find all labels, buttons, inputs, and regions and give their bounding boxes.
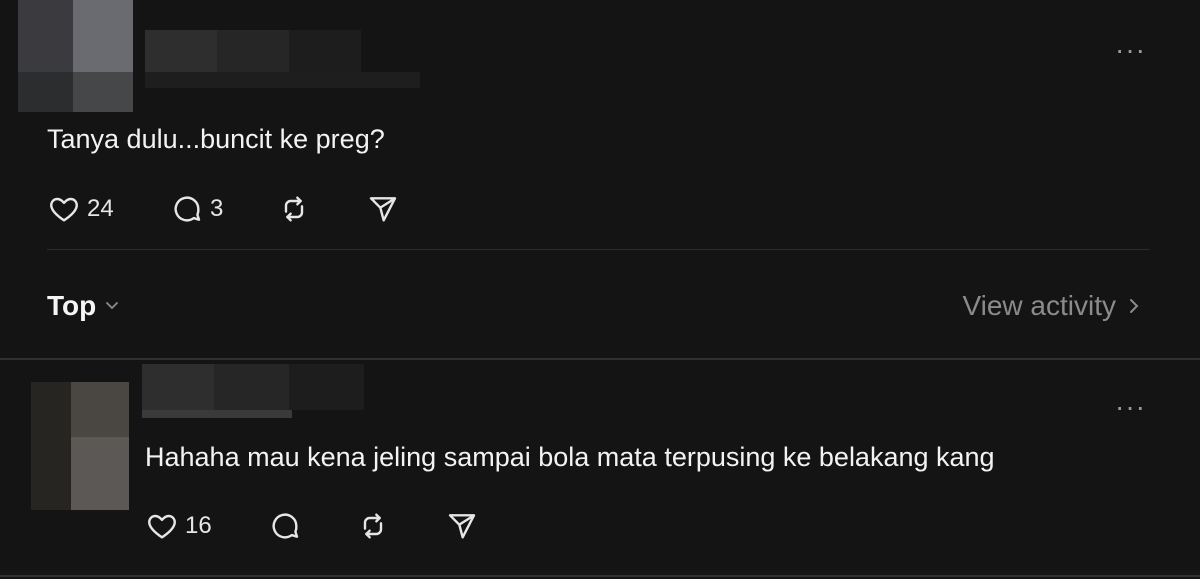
more-horizontal-icon[interactable]: ··· — [1115, 393, 1146, 421]
share-button[interactable] — [366, 193, 400, 225]
reply-reply-button[interactable] — [268, 510, 302, 542]
username-redacted[interactable] — [145, 30, 420, 88]
bottom-divider — [0, 575, 1200, 577]
reply-avatar[interactable] — [31, 382, 129, 510]
view-activity-label: View activity — [962, 290, 1116, 321]
reply-like-button[interactable]: 16 — [145, 510, 212, 542]
like-count: 24 — [87, 195, 114, 222]
section-divider — [0, 358, 1200, 360]
reply-count: 3 — [210, 195, 224, 222]
heart-icon — [148, 514, 176, 539]
repost-button[interactable] — [277, 193, 311, 225]
chevron-down-icon — [106, 302, 119, 310]
comment-icon — [272, 513, 299, 539]
heart-icon — [50, 197, 78, 222]
send-icon — [369, 197, 397, 222]
post-text: Tanya dulu...buncit ke preg? — [47, 124, 385, 154]
view-activity-link[interactable]: View activity — [962, 290, 1142, 322]
more-horizontal-icon[interactable]: ··· — [1115, 36, 1146, 64]
avatar[interactable] — [18, 0, 133, 112]
like-button[interactable]: 24 — [47, 193, 114, 225]
divider — [47, 249, 1150, 250]
chevron-right-icon — [1130, 299, 1139, 313]
reply-like-count: 16 — [185, 512, 212, 539]
repost-icon — [363, 513, 383, 539]
reply-button[interactable]: 3 — [170, 193, 223, 225]
comment-icon — [174, 196, 201, 222]
sort-dropdown[interactable]: Top — [47, 290, 120, 322]
reply-share-button[interactable] — [445, 510, 479, 542]
repost-icon — [284, 196, 304, 222]
reply-text: Hahaha mau kena jeling sampai bola mata … — [145, 442, 995, 472]
send-icon — [448, 514, 476, 539]
reply-repost-button[interactable] — [356, 510, 390, 542]
reply-username-redacted[interactable] — [142, 364, 364, 418]
sort-label: Top — [47, 290, 97, 321]
